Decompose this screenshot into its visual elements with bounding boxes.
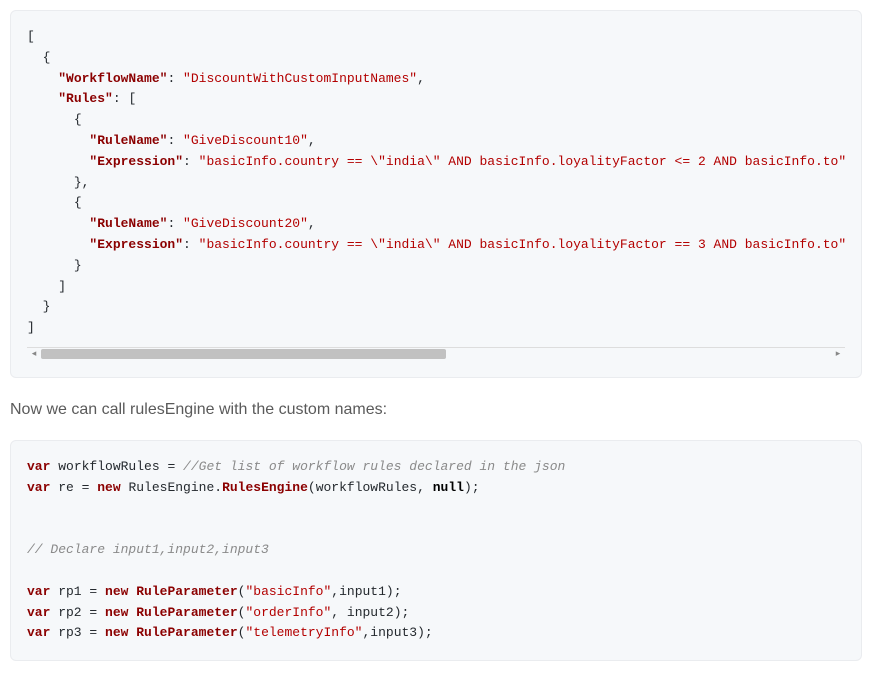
string-literal: "orderInfo" [245,605,331,620]
keyword-new: new [105,584,128,599]
code-text: (workflowRules, [308,480,433,495]
scrollbar-thumb[interactable] [41,349,446,359]
json-string: "basicInfo.country == \"india\" AND basi… [199,154,847,169]
keyword-var: var [27,625,50,640]
scroll-left-icon[interactable]: ◂ [27,347,41,361]
prose-text: Now we can call rulesEngine with the cus… [10,398,862,422]
json-key: "Expression" [89,154,183,169]
code-text: , input2); [331,605,409,620]
code-line: { [27,112,82,127]
code-line: [ [27,29,35,44]
code-text: ); [464,480,480,495]
json-string: "DiscountWithCustomInputNames" [183,71,417,86]
keyword-var: var [27,459,50,474]
code-line: } [27,258,82,273]
keyword-var: var [27,584,50,599]
keyword-new: new [105,605,128,620]
code-line: }, [27,175,89,190]
code-line: "WorkflowName": "DiscountWithCustomInput… [27,71,425,86]
keyword-var: var [27,480,50,495]
json-key: "RuleName" [89,133,167,148]
code-text: RulesEngine. [121,480,222,495]
code-line: "Expression": "basicInfo.country == \"in… [27,237,846,252]
keyword-var: var [27,605,50,620]
csharp-code-content: var workflowRules = //Get list of workfl… [27,457,845,644]
literal-null: null [433,480,464,495]
json-key: "Rules" [58,91,113,106]
string-literal: "telemetryInfo" [245,625,362,640]
code-line: { [27,50,50,65]
code-line: "RuleName": "GiveDiscount10", [27,133,316,148]
code-text: rp1 = [50,584,105,599]
string-literal: "basicInfo" [245,584,331,599]
json-code-content: [ { "WorkflowName": "DiscountWithCustomI… [27,27,845,339]
code-text: ,input3); [363,625,433,640]
code-text: re [58,480,74,495]
code-text: ,input1); [331,584,401,599]
code-text: ( [238,625,246,640]
code-line: ] [27,279,66,294]
code-line: "Rules": [ [27,91,136,106]
class-name: RuleParameter [136,625,237,640]
horizontal-scrollbar[interactable]: ◂ ▸ [27,347,845,361]
json-code-block: [ { "WorkflowName": "DiscountWithCustomI… [10,10,862,378]
code-text: = [74,480,97,495]
code-comment: //Get list of workflow rules declared in… [183,459,565,474]
json-key: "WorkflowName" [58,71,167,86]
code-text: workflowRules [58,459,159,474]
json-key: "Expression" [89,237,183,252]
code-text: rp2 = [50,605,105,620]
code-text: = [160,459,183,474]
code-line: "Expression": "basicInfo.country == \"in… [27,154,846,169]
keyword-new: new [97,480,120,495]
scroll-right-icon[interactable]: ▸ [831,347,845,361]
code-line: ] [27,320,35,335]
class-name: RulesEngine [222,480,308,495]
json-string: "GiveDiscount20" [183,216,308,231]
json-string: "basicInfo.country == \"india\" AND basi… [199,237,847,252]
code-text [128,625,136,640]
code-line: { [27,195,82,210]
csharp-code-block: var workflowRules = //Get list of workfl… [10,440,862,661]
class-name: RuleParameter [136,605,237,620]
code-line: } [27,299,50,314]
class-name: RuleParameter [136,584,237,599]
code-comment: // Declare input1,input2,input3 [27,542,269,557]
keyword-new: new [105,625,128,640]
code-line: "RuleName": "GiveDiscount20", [27,216,316,231]
json-key: "RuleName" [89,216,167,231]
json-string: "GiveDiscount10" [183,133,308,148]
code-text: rp3 = [50,625,105,640]
